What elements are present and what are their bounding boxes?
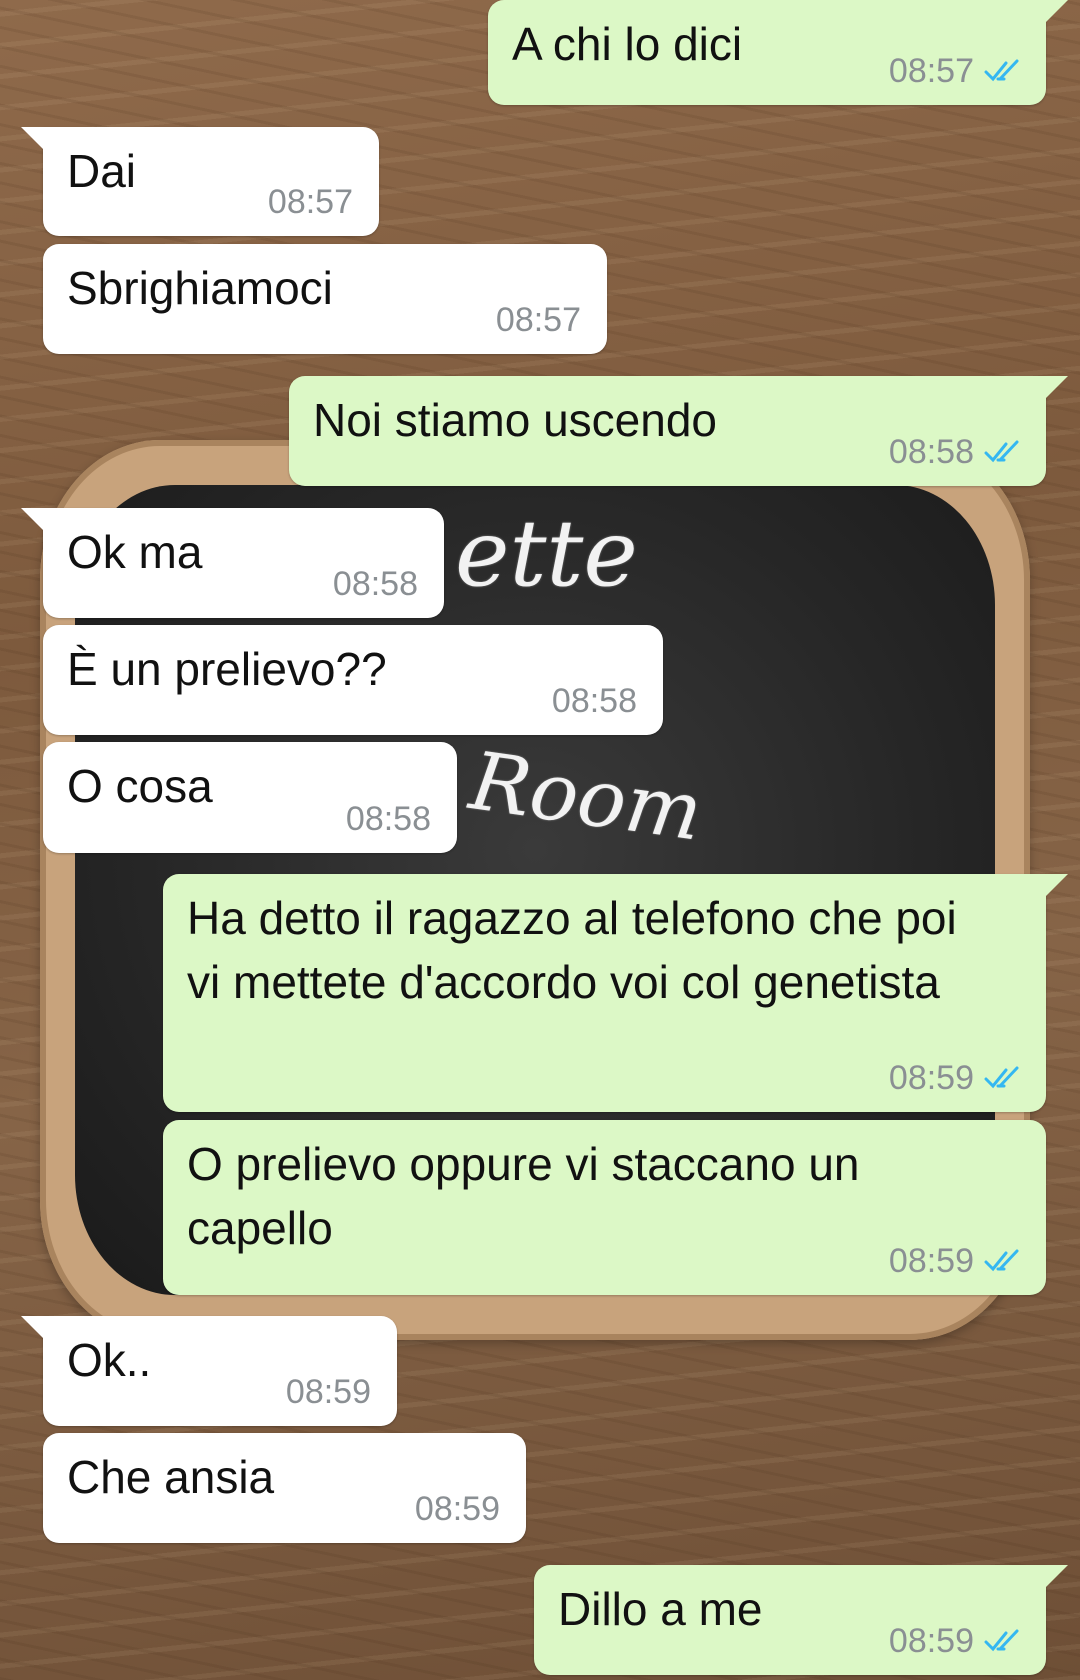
message-meta: 08:57 — [889, 51, 1024, 91]
message-bubble-outgoing[interactable]: Dillo a me 08:59 — [534, 1565, 1068, 1675]
message-time: 08:58 — [345, 800, 431, 838]
message-meta: 08:59 — [889, 1621, 1024, 1661]
message-meta: 08:57 — [268, 182, 353, 222]
message-meta: 08:58 — [552, 681, 637, 721]
message-time: 08:57 — [267, 183, 353, 221]
double-check-read-icon — [984, 1249, 1019, 1272]
message-time: 08:58 — [332, 565, 418, 603]
message-meta: 08:59 — [889, 1058, 1024, 1098]
message-time: 08:59 — [285, 1373, 371, 1411]
message-list[interactable]: A chi lo dici 08:57 Dai 08:57 Sbrighiamo… — [0, 0, 1080, 1680]
message-meta: 08:59 — [889, 1241, 1024, 1281]
message-time: 08:59 — [414, 1490, 500, 1528]
message-time: 08:59 — [888, 1059, 974, 1097]
message-bubble-outgoing[interactable]: Ha detto il ragazzo al telefono che poi … — [163, 874, 1068, 1112]
message-time: 08:59 — [888, 1242, 974, 1280]
message-bubble-outgoing[interactable]: A chi lo dici 08:57 — [488, 0, 1068, 105]
message-meta: 08:59 — [415, 1489, 500, 1529]
message-bubble-incoming[interactable]: O cosa 08:58 — [43, 742, 457, 853]
message-time: 08:58 — [551, 682, 637, 720]
message-bubble-incoming[interactable]: È un prelievo?? 08:58 — [43, 625, 663, 735]
message-meta: 08:58 — [889, 432, 1024, 472]
message-time: 08:57 — [888, 52, 974, 90]
message-bubble-outgoing[interactable]: O prelievo oppure vi staccano un capello… — [163, 1120, 1046, 1295]
message-bubble-incoming[interactable]: Ok ma 08:58 — [21, 508, 444, 618]
double-check-read-icon — [984, 59, 1019, 82]
message-bubble-incoming[interactable]: Ok.. 08:59 — [21, 1316, 397, 1426]
double-check-read-icon — [984, 440, 1019, 463]
message-meta: 08:57 — [496, 300, 581, 340]
message-time: 08:58 — [888, 433, 974, 471]
message-meta: 08:59 — [286, 1372, 371, 1412]
message-bubble-incoming[interactable]: Sbrighiamoci 08:57 — [43, 244, 607, 354]
message-bubble-incoming[interactable]: Dai 08:57 — [21, 127, 379, 236]
double-check-read-icon — [984, 1629, 1019, 1652]
message-bubble-incoming[interactable]: Che ansia 08:59 — [43, 1433, 526, 1543]
message-bubble-outgoing[interactable]: Noi stiamo uscendo 08:58 — [289, 376, 1068, 486]
message-time: 08:57 — [495, 301, 581, 339]
message-meta: 08:58 — [333, 564, 418, 604]
message-text: Ha detto il ragazzo al telefono che poi … — [187, 892, 970, 1008]
message-meta: 08:58 — [346, 799, 431, 839]
message-time: 08:59 — [888, 1622, 974, 1660]
double-check-read-icon — [984, 1066, 1019, 1089]
